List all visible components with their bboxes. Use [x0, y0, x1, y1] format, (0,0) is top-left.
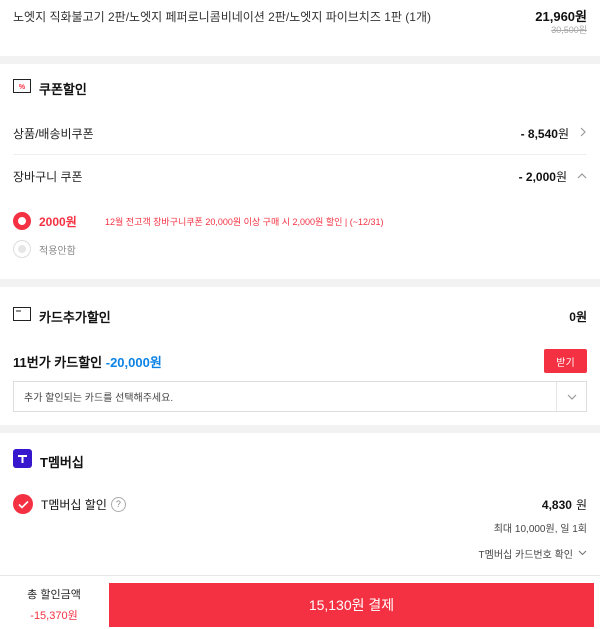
card-promo-amount: -20,000원: [105, 354, 162, 370]
card-select[interactable]: 추가 할인되는 카드를 선택해주세요.: [13, 381, 587, 412]
pay-button[interactable]: 15,130원 결제: [109, 583, 594, 627]
card-discount-amount: 0원: [569, 309, 587, 324]
card-select-placeholder: 추가 할인되는 카드를 선택해주세요.: [24, 393, 174, 404]
card-promo-row: 11번가 카드할인 -20,000원 받기: [0, 345, 600, 377]
product-original-price: 30,500원: [551, 25, 587, 35]
coupon-row-amount: - 8,540: [520, 126, 558, 141]
cart-coupon-option[interactable]: 2000원 12월 전고객 장바구니쿠폰 20,000원 이상 구매 시 2,0…: [0, 207, 600, 235]
tmembership-title: T멤버십: [40, 454, 84, 470]
card-section: 카드추가할인 0원 11번가 카드할인 -20,000원 받기 추가 할인되는 …: [0, 287, 600, 425]
total-discount: 총 할인금액 -15,370원: [0, 576, 108, 629]
chevron-down-icon: [578, 548, 587, 559]
section-gap: [0, 279, 600, 287]
tmembership-discount-row[interactable]: T멤버십 할인 ? 4,830 원: [0, 489, 600, 519]
help-icon[interactable]: ?: [110, 496, 126, 512]
chevron-right-icon: [579, 124, 587, 142]
product-summary: 노엣지 직화불고기 2판/노엣지 페퍼로니콤비네이션 2판/노엣지 파이브치즈 …: [0, 0, 600, 56]
tmembership-amount: 4,830: [541, 497, 572, 512]
cart-coupon-option-desc: 12월 전고객 장바구니쿠폰 20,000원 이상 구매 시 2,000원 할인…: [105, 216, 384, 227]
tmembership-section: T멤버십 T멤버십 할인 ? 4,830 원 최대 10,000원, 일 1회 T…: [0, 433, 600, 565]
total-discount-label: 총 할인금액: [27, 589, 81, 601]
svg-text:%: %: [19, 84, 26, 91]
card-icon: [13, 306, 31, 326]
checkout-bar: 총 할인금액 -15,370원 15,130원 결제: [0, 575, 600, 629]
radio-unselected[interactable]: [13, 240, 31, 258]
tmembership-header: T멤버십: [0, 433, 600, 489]
tmembership-card-check[interactable]: T멤버십 카드번호 확인: [0, 541, 600, 565]
chevron-up-icon: [577, 167, 587, 185]
coupon-row-cart[interactable]: 장바구니 쿠폰 - 2,000원: [0, 155, 600, 197]
card-promo-label: 11번가 카드할인: [13, 354, 103, 370]
chevron-down-icon[interactable]: [556, 382, 586, 411]
tmembership-logo-icon: [13, 449, 32, 473]
no-coupon-label: 적용안함: [39, 245, 76, 257]
tmembership-discount-label: T멤버십 할인: [41, 497, 107, 512]
coupon-title: 쿠폰할인: [39, 81, 87, 97]
total-discount-value: -15,370원: [30, 610, 78, 622]
coupon-row-amount: - 2,000: [518, 169, 556, 184]
card-header: 카드추가할인 0원: [0, 287, 600, 345]
coupon-row-label: 상품/배송비쿠폰: [13, 126, 94, 141]
cart-coupon-option-amount: 2000원: [39, 214, 77, 229]
card-title: 카드추가할인: [39, 309, 111, 325]
coupon-header: % 쿠폰할인: [0, 64, 600, 112]
coupon-row-label: 장바구니 쿠폰: [13, 169, 83, 184]
no-coupon-option[interactable]: 적용안함: [0, 235, 600, 263]
checkbox-checked-icon[interactable]: [13, 494, 33, 514]
coupon-icon: %: [13, 78, 31, 98]
coupon-section: % 쿠폰할인 상품/배송비쿠폰 - 8,540원 장바구니 쿠폰 - 2,000…: [0, 64, 600, 279]
product-name: 노엣지 직화불고기 2판/노엣지 페퍼로니콤비네이션 2판/노엣지 파이브치즈 …: [13, 10, 431, 24]
coupon-row-product[interactable]: 상품/배송비쿠폰 - 8,540원: [0, 112, 600, 154]
section-gap: [0, 425, 600, 433]
receive-button[interactable]: 받기: [544, 349, 587, 373]
tmembership-limit: 최대 10,000원, 일 1회: [493, 524, 587, 535]
tmembership-card-check-label: T멤버십 카드번호 확인: [478, 549, 573, 561]
section-gap: [0, 56, 600, 64]
radio-selected[interactable]: [13, 212, 31, 230]
